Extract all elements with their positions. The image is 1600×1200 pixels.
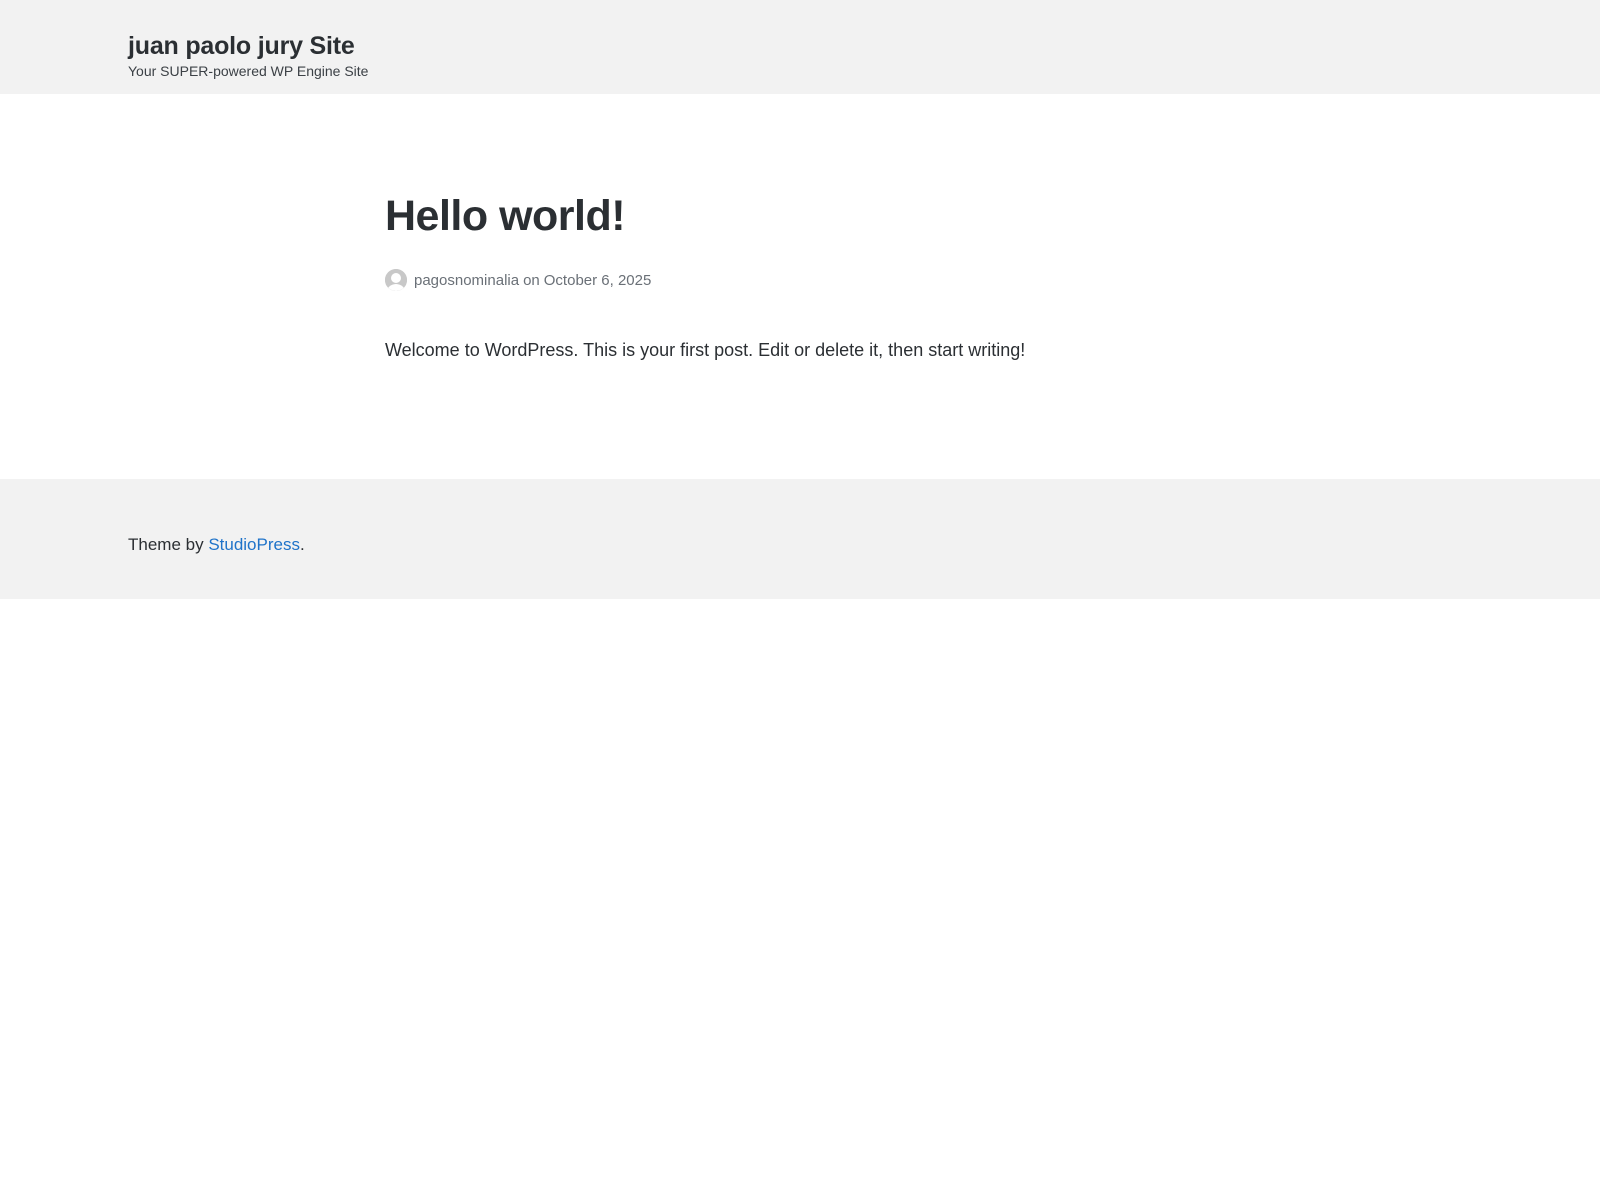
footer-credit: Theme by StudioPress. — [128, 531, 305, 559]
user-avatar-icon — [385, 269, 407, 291]
site-title[interactable]: juan paolo jury Site — [128, 30, 355, 62]
post-meta-on: on — [523, 271, 540, 289]
post-meta: pagosnominalia on October 6, 2025 — [385, 268, 651, 292]
post-title: Hello world! — [385, 192, 626, 240]
site-tagline: Your SUPER-powered WP Engine Site — [128, 63, 369, 79]
footer-prefix: Theme by — [128, 535, 209, 554]
post-author[interactable]: pagosnominalia — [414, 272, 519, 289]
studiopress-link[interactable]: StudioPress — [208, 535, 300, 554]
footer-suffix: . — [299, 535, 305, 554]
post-date[interactable]: October 6, 2025 — [544, 272, 652, 289]
post-content: Welcome to WordPress. This is your first… — [385, 340, 1026, 360]
site-header: juan paolo jury Site Your SUPER-powered … — [0, 0, 1600, 94]
